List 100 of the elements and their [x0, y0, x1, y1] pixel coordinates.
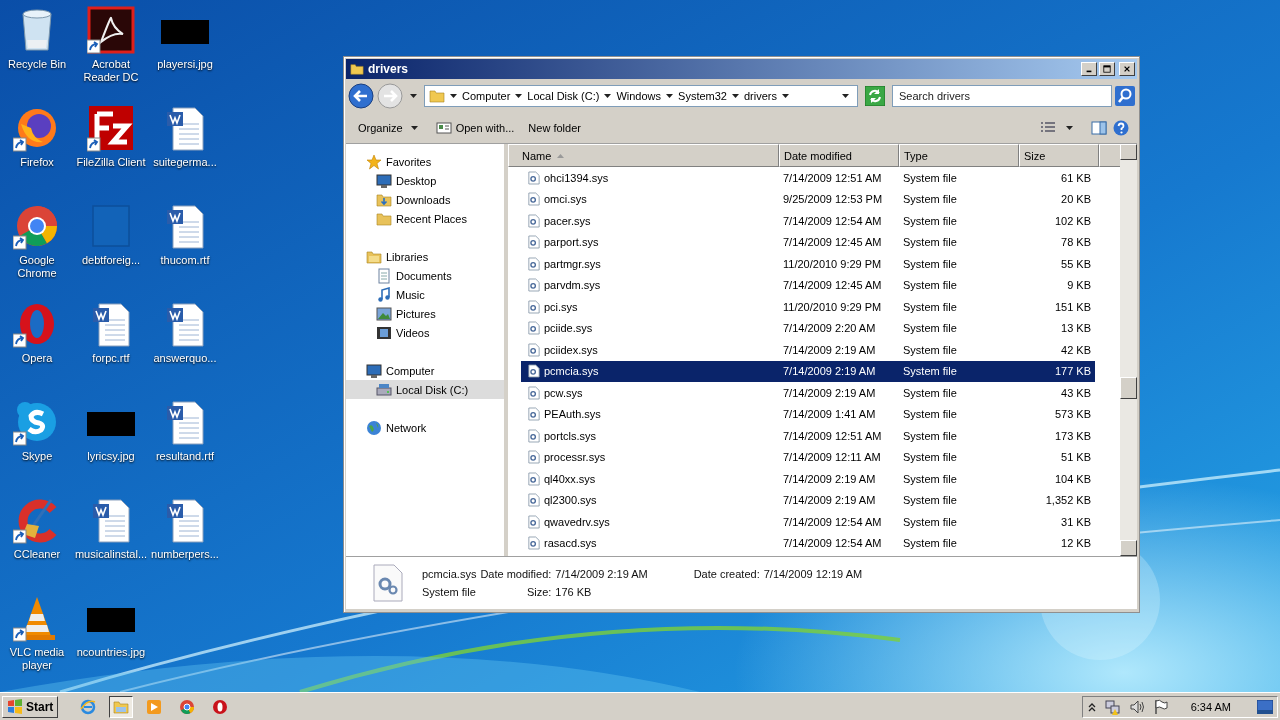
- desktop-icon-label[interactable]: Firefox: [20, 156, 54, 169]
- desktop-icon-label[interactable]: VLC media player: [5, 646, 69, 672]
- nav-item[interactable]: Computer: [346, 361, 504, 380]
- taskbar-button[interactable]: [109, 695, 134, 718]
- breadcrumb[interactable]: Local Disk (C:): [527, 90, 600, 102]
- column-header[interactable]: Name: [508, 144, 779, 167]
- desktop-icon-label[interactable]: resultand.rtf: [155, 450, 215, 463]
- desktop-icon-label[interactable]: answerquo...: [153, 352, 217, 365]
- nav-item[interactable]: Desktop: [346, 171, 504, 190]
- desktop-icon-label[interactable]: debtforeig...: [81, 254, 141, 267]
- desktop-icon-label[interactable]: playersi.jpg: [157, 58, 213, 71]
- file-row[interactable]: portcls.sys 7/14/2009 12:51 AM System file 173 KB: [521, 425, 1095, 447]
- table-cell-text: System file: [902, 214, 958, 227]
- breadcrumb[interactable]: drivers: [743, 90, 777, 102]
- desktop-icon-label[interactable]: Acrobat Reader DC: [79, 58, 143, 84]
- desktop-icon-label[interactable]: Recycle Bin: [7, 58, 67, 71]
- column-header[interactable]: Size: [1019, 144, 1099, 167]
- file-row[interactable]: pacer.sys 7/14/2009 12:54 AM System file 102 KB: [521, 210, 1095, 232]
- nav-item[interactable]: Videos: [346, 323, 504, 342]
- file-row[interactable]: parvdm.sys 7/14/2009 12:45 AM System file 9 KB: [521, 274, 1095, 296]
- system-file-icon: [528, 321, 540, 336]
- table-cell-text: System file: [902, 279, 958, 292]
- close-icon: [1123, 64, 1131, 74]
- file-row[interactable]: pci.sys 11/20/2010 9:29 PM System file 151 KB: [521, 296, 1095, 318]
- file-row[interactable]: rasacd.sys 7/14/2009 12:54 AM System file 12 KB: [521, 532, 1095, 554]
- column-header[interactable]: Type: [899, 144, 1019, 167]
- flag-icon[interactable]: [1152, 698, 1169, 715]
- nav-item[interactable]: Music: [346, 285, 504, 304]
- file-row[interactable]: ql40xx.sys 7/14/2009 2:19 AM System file 104 KB: [521, 468, 1095, 490]
- table-cell-text: 7/14/2009 12:51 AM: [782, 171, 883, 184]
- caret-icon: [410, 94, 417, 98]
- volume-icon[interactable]: [1128, 698, 1145, 715]
- desktop-icon-label[interactable]: suitegerma...: [153, 156, 217, 169]
- breadcrumb[interactable]: Computer: [462, 90, 511, 102]
- desktop-icon-label[interactable]: musicalinstal...: [74, 548, 148, 561]
- new-folder-button[interactable]: New folder: [524, 120, 585, 136]
- back-button[interactable]: [348, 83, 374, 109]
- table-cell-text: 7/14/2009 12:54 AM: [782, 214, 883, 227]
- file-row[interactable]: PEAuth.sys 7/14/2009 1:41 AM System file 573 KB: [521, 403, 1095, 425]
- preview-pane-icon[interactable]: [1091, 120, 1107, 136]
- file-row[interactable]: ohci1394.sys 7/14/2009 12:51 AM System file 61 KB: [521, 167, 1095, 189]
- nav-item[interactable]: Libraries: [346, 247, 504, 266]
- minimize-button[interactable]: [1081, 62, 1097, 76]
- field-value: 176 KB: [555, 586, 593, 598]
- system-file-icon: [528, 299, 540, 314]
- file-row[interactable]: pciidex.sys 7/14/2009 2:19 AM System file 42 KB: [521, 339, 1095, 361]
- refresh-button[interactable]: [865, 86, 885, 106]
- file-row[interactable]: pcw.sys 7/14/2009 2:19 AM System file 43 KB: [521, 382, 1095, 404]
- file-name: pciidex.sys: [544, 343, 598, 356]
- desktop-icon-label[interactable]: FileZilla Client: [76, 156, 146, 169]
- nav-item[interactable]: Network: [346, 418, 504, 437]
- column-header[interactable]: Date modified: [779, 144, 899, 167]
- breadcrumb[interactable]: Windows: [616, 90, 662, 102]
- nav-item[interactable]: Local Disk (C:): [346, 380, 504, 399]
- search-field[interactable]: Search drivers: [892, 85, 1112, 107]
- address-bar[interactable]: Computer Local Disk (C:) Windows System32 drivers: [424, 85, 858, 107]
- close-button[interactable]: [1119, 62, 1135, 76]
- desktop-icon-label[interactable]: CCleaner: [13, 548, 61, 561]
- file-row[interactable]: partmgr.sys 11/20/2010 9:29 PM System file 55 KB: [521, 253, 1095, 275]
- system-file-icon: [528, 514, 540, 529]
- table-cell-text: 12 KB: [1060, 537, 1092, 550]
- nav-item[interactable]: Recent Places: [346, 209, 504, 228]
- breadcrumb[interactable]: System32: [678, 90, 727, 102]
- folder-icon: [376, 210, 392, 227]
- file-row[interactable]: omci.sys 9/25/2009 12:53 PM System file 20 KB: [521, 188, 1095, 210]
- desktop-icon-label[interactable]: ncountries.jpg: [76, 646, 146, 659]
- windows-logo-icon: [7, 698, 23, 715]
- nav-item[interactable]: Downloads: [346, 190, 504, 209]
- search-icon[interactable]: [1115, 86, 1135, 106]
- monitor-icon: [376, 172, 392, 189]
- file-row[interactable]: pcmcia.sys 7/14/2009 2:19 AM System file 177 KB: [521, 360, 1095, 382]
- file-row[interactable]: parport.sys 7/14/2009 12:45 AM System file 78 KB: [521, 231, 1095, 253]
- system-file-icon: [528, 450, 540, 465]
- table-cell-text: 7/14/2009 2:19 AM: [782, 472, 877, 485]
- clock[interactable]: 6:34 AM: [1190, 700, 1231, 713]
- nav-item[interactable]: Favorites: [346, 152, 504, 171]
- file-row[interactable]: processr.sys 7/14/2009 12:11 AM System file 51 KB: [521, 446, 1095, 468]
- open-with-button[interactable]: Open with...: [431, 118, 519, 138]
- maximize-button[interactable]: [1099, 62, 1115, 76]
- show-desktop-icon[interactable]: [1257, 699, 1273, 714]
- dropdown-icon: [842, 94, 849, 98]
- desktop-icon-label[interactable]: thucom.rtf: [160, 254, 210, 267]
- desktop-icon-label[interactable]: lyricsy.jpg: [87, 450, 135, 463]
- nav-item[interactable]: Documents: [346, 266, 504, 285]
- scroll-bar[interactable]: [1120, 144, 1137, 556]
- organize-button[interactable]: Organize: [354, 120, 426, 136]
- help-icon[interactable]: [1113, 120, 1129, 136]
- show-hidden-icons-icon[interactable]: [1086, 701, 1097, 712]
- table-cell-text: System file: [902, 472, 958, 485]
- file-row[interactable]: qwavedrv.sys 7/14/2009 12:54 AM System file 31 KB: [521, 511, 1095, 533]
- network-icon[interactable]: [1104, 698, 1121, 715]
- file-row[interactable]: ql2300.sys 7/14/2009 2:19 AM System file 1,352 KB: [521, 489, 1095, 511]
- desktop-icon-label[interactable]: Google Chrome: [5, 254, 69, 280]
- desktop-icon-label[interactable]: Opera: [21, 352, 53, 365]
- nav-item[interactable]: Pictures: [346, 304, 504, 323]
- desktop-icon-label[interactable]: Skype: [21, 450, 53, 463]
- file-row[interactable]: pciide.sys 7/14/2009 2:20 AM System file 13 KB: [521, 317, 1095, 339]
- desktop-icon-label[interactable]: numberpers...: [151, 548, 219, 561]
- start-button[interactable]: Start: [2, 695, 59, 718]
- desktop-icon-label[interactable]: forpc.rtf: [92, 352, 130, 365]
